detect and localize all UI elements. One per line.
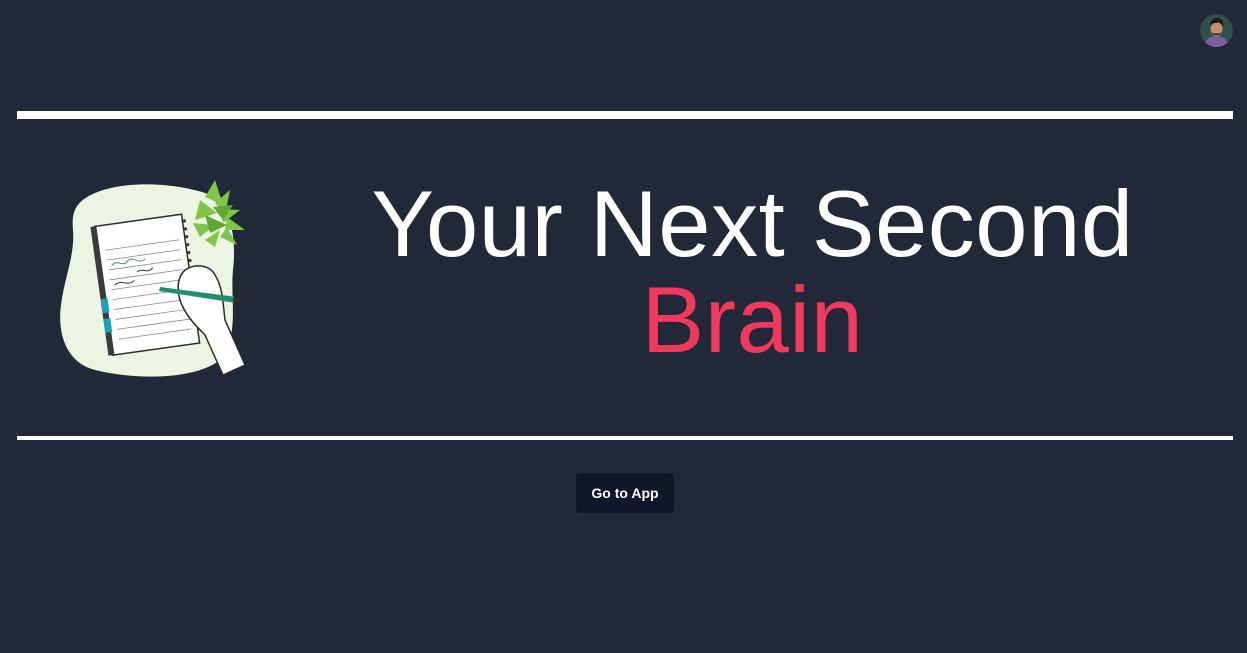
headline-line-2: Brain xyxy=(641,267,864,372)
landing-page: Your Next Second Brain Go to App xyxy=(0,0,1247,653)
notebook-writing-illustration xyxy=(55,175,260,380)
headline-line-1: Your Next Second xyxy=(371,171,1134,276)
notebook-illustration-icon xyxy=(60,180,246,377)
top-divider xyxy=(17,111,1233,119)
hero-headline: Your Next Second Brain xyxy=(300,176,1205,368)
go-to-app-button[interactable]: Go to App xyxy=(576,473,674,513)
bottom-divider xyxy=(17,436,1233,440)
avatar-icon xyxy=(1200,14,1233,47)
user-avatar[interactable] xyxy=(1200,14,1233,47)
